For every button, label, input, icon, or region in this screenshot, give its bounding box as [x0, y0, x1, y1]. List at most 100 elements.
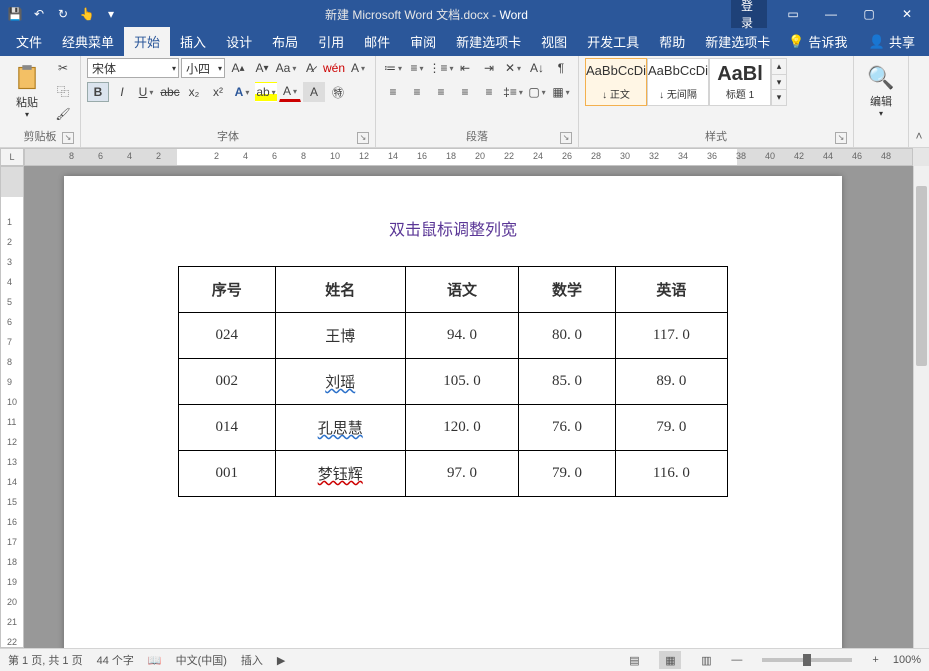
- tab-references[interactable]: 引用: [308, 27, 354, 56]
- font-name-combo[interactable]: 宋体▾: [87, 58, 179, 78]
- paragraph-dialog-launcher[interactable]: ↘: [560, 132, 572, 144]
- styles-scroll-up[interactable]: ▴: [772, 59, 786, 75]
- font-size-combo[interactable]: 小四▾: [181, 58, 225, 78]
- zoom-slider[interactable]: [762, 658, 852, 662]
- style-heading1[interactable]: AaBl标题 1: [709, 58, 771, 106]
- col-header[interactable]: 序号: [179, 267, 276, 313]
- col-header[interactable]: 英语: [615, 267, 727, 313]
- text-effects-button[interactable]: A: [231, 82, 253, 102]
- align-center-button[interactable]: ≡: [406, 82, 428, 102]
- tab-custom1[interactable]: 新建选项卡: [446, 27, 531, 56]
- zoom-in-button[interactable]: +: [872, 654, 878, 666]
- tab-custom2[interactable]: 新建选项卡: [695, 27, 780, 56]
- show-marks-button[interactable]: ¶: [550, 58, 572, 78]
- tab-selector[interactable]: L: [0, 148, 24, 166]
- multilevel-list-button[interactable]: ⋮≡: [430, 58, 452, 78]
- collapse-ribbon-button[interactable]: ˄: [915, 129, 922, 143]
- shrink-font-button[interactable]: A▾: [251, 58, 273, 78]
- tab-mailings[interactable]: 邮件: [354, 27, 400, 56]
- close-button[interactable]: ✕: [889, 0, 925, 28]
- tell-me-button[interactable]: 💡 告诉我: [780, 27, 855, 56]
- undo-button[interactable]: ↶: [28, 3, 50, 25]
- zoom-level[interactable]: 100%: [893, 654, 921, 666]
- bold-button[interactable]: B: [87, 82, 109, 102]
- vertical-ruler[interactable]: 12345678910111213141516171819202122: [0, 166, 24, 648]
- ribbon-options-button[interactable]: ▭: [775, 0, 811, 28]
- zoom-out-button[interactable]: —: [731, 654, 742, 666]
- grow-font-button[interactable]: A▴: [227, 58, 249, 78]
- tab-home[interactable]: 开始: [124, 27, 170, 56]
- save-button[interactable]: 💾: [4, 3, 26, 25]
- find-button[interactable]: 🔍 编辑 ▾: [860, 58, 902, 124]
- clipboard-dialog-launcher[interactable]: ↘: [62, 132, 74, 144]
- copy-button[interactable]: ⿻: [52, 81, 74, 101]
- bullets-button[interactable]: ≔: [382, 58, 404, 78]
- share-button[interactable]: 👤 共享: [861, 27, 923, 56]
- web-layout-button[interactable]: ▥: [695, 651, 717, 669]
- col-header[interactable]: 语文: [405, 267, 518, 313]
- asian-layout-button[interactable]: ✕: [502, 58, 524, 78]
- styles-scroll-down[interactable]: ▾: [772, 75, 786, 91]
- page-count[interactable]: 第 1 页, 共 1 页: [8, 652, 83, 668]
- cut-button[interactable]: ✂: [52, 58, 74, 78]
- align-left-button[interactable]: ≡: [382, 82, 404, 102]
- italic-button[interactable]: I: [111, 82, 133, 102]
- subscript-button[interactable]: x₂: [183, 82, 205, 102]
- decrease-indent-button[interactable]: ⇤: [454, 58, 476, 78]
- style-normal[interactable]: AaBbCcDi↓ 正文: [585, 58, 647, 106]
- data-table[interactable]: 序号 姓名 语文 数学 英语 024王博94. 080. 0117. 0 002…: [178, 266, 728, 497]
- login-button[interactable]: 登录: [731, 0, 767, 28]
- highlight-button[interactable]: ab: [255, 82, 277, 102]
- paste-button[interactable]: 粘贴 ▾: [6, 58, 48, 124]
- scrollbar-thumb[interactable]: [916, 186, 927, 366]
- style-no-spacing[interactable]: AaBbCcDi↓ 无间隔: [647, 58, 709, 106]
- increase-indent-button[interactable]: ⇥: [478, 58, 500, 78]
- format-painter-button[interactable]: 🖌: [52, 104, 74, 124]
- zoom-slider-knob[interactable]: [803, 654, 811, 666]
- numbering-button[interactable]: ≡: [406, 58, 428, 78]
- phonetic-guide-button[interactable]: wén: [323, 58, 345, 78]
- touch-mode-button[interactable]: 👆: [76, 3, 98, 25]
- col-header[interactable]: 姓名: [275, 267, 405, 313]
- align-right-button[interactable]: ≡: [430, 82, 452, 102]
- font-dialog-launcher[interactable]: ↘: [357, 132, 369, 144]
- word-count[interactable]: 44 个字: [97, 652, 134, 668]
- language-status[interactable]: 中文(中国): [176, 652, 227, 668]
- char-border-button[interactable]: A: [347, 58, 369, 78]
- minimize-button[interactable]: —: [813, 0, 849, 28]
- tab-developer[interactable]: 开发工具: [577, 27, 649, 56]
- col-header[interactable]: 数学: [519, 267, 616, 313]
- qat-customize-button[interactable]: ▾: [100, 3, 122, 25]
- line-spacing-button[interactable]: ‡≡: [502, 82, 524, 102]
- clear-formatting-button[interactable]: A̷: [299, 58, 321, 78]
- change-case-button[interactable]: Aa: [275, 58, 297, 78]
- tab-design[interactable]: 设计: [216, 27, 262, 56]
- align-distributed-button[interactable]: ≡: [478, 82, 500, 102]
- tab-view[interactable]: 视图: [531, 27, 577, 56]
- maximize-button[interactable]: ▢: [851, 0, 887, 28]
- tab-insert[interactable]: 插入: [170, 27, 216, 56]
- tab-review[interactable]: 审阅: [400, 27, 446, 56]
- styles-dialog-launcher[interactable]: ↘: [835, 132, 847, 144]
- font-color-button[interactable]: A: [279, 82, 301, 102]
- spellcheck-icon[interactable]: 📖: [148, 654, 162, 667]
- styles-expand[interactable]: ▾: [772, 90, 786, 105]
- document-viewport[interactable]: 双击鼠标调整列宽 序号 姓名 语文 数学 英语 024王博94. 080. 01…: [24, 166, 913, 648]
- vertical-scrollbar[interactable]: [913, 166, 929, 648]
- horizontal-ruler[interactable]: 8642246810121416182022242628303234363840…: [24, 148, 913, 166]
- superscript-button[interactable]: x²: [207, 82, 229, 102]
- enclose-char-button[interactable]: ㊕: [327, 82, 349, 102]
- shading-button[interactable]: ▢: [526, 82, 548, 102]
- underline-button[interactable]: U: [135, 82, 157, 102]
- tab-file[interactable]: 文件: [6, 27, 52, 56]
- print-layout-button[interactable]: ▦: [659, 651, 681, 669]
- align-justify-button[interactable]: ≡: [454, 82, 476, 102]
- read-mode-button[interactable]: ▤: [623, 651, 645, 669]
- tab-layout[interactable]: 布局: [262, 27, 308, 56]
- insert-mode[interactable]: 插入: [241, 652, 263, 668]
- borders-button[interactable]: ▦: [550, 82, 572, 102]
- redo-button[interactable]: ↻: [52, 3, 74, 25]
- sort-button[interactable]: A↓: [526, 58, 548, 78]
- char-shading-button[interactable]: A: [303, 82, 325, 102]
- macro-status-icon[interactable]: ▶: [277, 654, 285, 667]
